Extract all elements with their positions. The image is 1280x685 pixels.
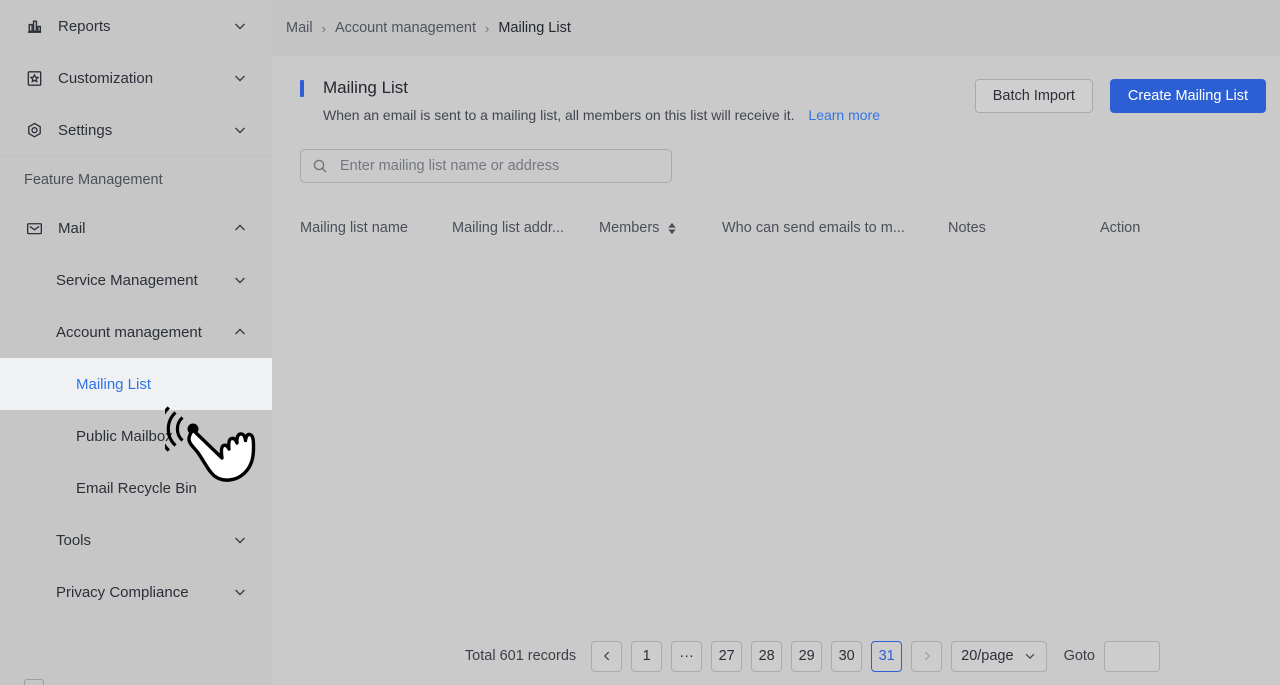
pagination: Total 601 records 1 ··· 27 28 29 30 31 2… <box>272 627 1280 685</box>
chevron-up-icon <box>232 324 248 340</box>
search-box[interactable] <box>300 149 672 183</box>
column-header-mailing-list-address[interactable]: Mailing list addr... <box>452 220 599 236</box>
breadcrumb-separator-icon: › <box>485 20 490 36</box>
page-size-label: 20/page <box>961 648 1014 664</box>
sidebar-item-privacy-compliance[interactable]: Privacy Compliance <box>0 566 272 618</box>
main-area: Mail › Account management › Mailing List… <box>272 0 1280 685</box>
batch-import-button[interactable]: Batch Import <box>974 79 1093 113</box>
column-label: Mailing list addr... <box>452 220 565 236</box>
pagination-page-1[interactable]: 1 <box>631 640 663 672</box>
title-accent-bar <box>300 79 304 97</box>
pagination-next-button[interactable] <box>911 640 943 672</box>
page-header-text: Mailing List When an email is sent to a … <box>300 78 975 123</box>
sidebar-item-label: Account management <box>56 323 202 341</box>
sidebar-item-label: Mailing List <box>76 375 152 393</box>
sidebar-item-reports[interactable]: Reports <box>0 0 272 52</box>
sidebar-item-service-management[interactable]: Service Management <box>0 254 272 306</box>
pagination-ellipsis[interactable]: ··· <box>671 640 703 672</box>
chevron-up-icon <box>232 220 248 236</box>
column-label: Notes <box>948 220 986 236</box>
chevron-down-icon <box>232 122 248 138</box>
chevron-down-icon <box>1023 649 1037 663</box>
sidebar-item-label: Tools <box>56 531 92 549</box>
sidebar-item-account-management[interactable]: Account management <box>0 306 272 358</box>
envelope-icon <box>24 218 44 238</box>
chevron-down-icon <box>232 532 248 548</box>
pagination-page-31-current[interactable]: 31 <box>871 640 903 672</box>
page-title-row: Mailing List <box>300 78 975 98</box>
pagination-page-28[interactable]: 28 <box>751 640 783 672</box>
table-body <box>272 243 1280 627</box>
page-subtitle-text: When an email is sent to a mailing list,… <box>323 107 795 123</box>
pagination-page-30[interactable]: 30 <box>831 640 863 672</box>
chevron-down-icon <box>232 584 248 600</box>
sidebar-item-label: Public Mailbox <box>76 427 173 445</box>
sidebar-item-email-recycle-bin[interactable]: Email Recycle Bin <box>0 462 272 514</box>
page-subtitle: When an email is sent to a mailing list,… <box>323 107 975 123</box>
breadcrumb: Mail › Account management › Mailing List <box>272 0 1280 56</box>
sidebar-item-label: Customization <box>58 69 154 87</box>
chevron-down-icon <box>232 70 248 86</box>
table-header-row: Mailing list name Mailing list addr... M… <box>272 213 1280 243</box>
sidebar-item-public-mailbox[interactable]: Public Mailbox <box>0 410 272 462</box>
chevron-left-icon <box>600 649 614 663</box>
sidebar-item-label: Privacy Compliance <box>56 583 189 601</box>
column-header-mailing-list-name[interactable]: Mailing list name <box>300 220 452 236</box>
pagination-page-27[interactable]: 27 <box>711 640 743 672</box>
bar-chart-icon <box>24 16 44 36</box>
goto-label: Goto <box>1063 648 1095 664</box>
learn-more-link[interactable]: Learn more <box>808 107 880 123</box>
sidebar-primary-group: Reports Customization Settings <box>0 0 272 156</box>
sidebar-section-label: Feature Management <box>0 156 272 202</box>
sidebar-item-settings[interactable]: Settings <box>0 104 272 156</box>
breadcrumb-item-mail[interactable]: Mail <box>286 20 313 36</box>
pagination-total-text: Total 601 records <box>464 648 577 664</box>
breadcrumb-item-mailing-list: Mailing List <box>498 20 571 36</box>
column-header-who-can-send[interactable]: Who can send emails to m... <box>722 220 948 236</box>
pagination-page-29[interactable]: 29 <box>791 640 823 672</box>
sidebar-item-label: Settings <box>58 121 113 139</box>
page-title: Mailing List <box>323 78 409 97</box>
chevron-down-icon <box>232 272 248 288</box>
column-header-notes[interactable]: Notes <box>948 220 1100 236</box>
search-input[interactable] <box>340 158 660 174</box>
page-header: Mailing List When an email is sent to a … <box>272 56 1280 123</box>
sidebar-item-mailing-list[interactable]: Mailing List <box>0 358 272 410</box>
sidebar: Reports Customization Settings Feature M… <box>0 0 272 685</box>
column-label: Members <box>599 220 660 236</box>
column-label: Action <box>1100 220 1141 236</box>
column-header-action: Action <box>1100 220 1220 236</box>
breadcrumb-separator-icon: › <box>321 20 326 36</box>
page-header-actions: Batch Import Create Mailing List <box>974 78 1266 113</box>
sidebar-item-label: Service Management <box>56 271 198 289</box>
sidebar-item-label: Mail <box>58 219 86 237</box>
sidebar-partial-item-icon <box>24 679 44 685</box>
gear-icon <box>24 120 44 140</box>
app-root: Reports Customization Settings Feature M… <box>0 0 1280 685</box>
sidebar-feature-group: Mail Service Management Account manageme… <box>0 202 272 618</box>
sidebar-item-label: Email Recycle Bin <box>76 479 197 497</box>
create-mailing-list-button[interactable]: Create Mailing List <box>1109 79 1266 113</box>
breadcrumb-item-account-management[interactable]: Account management <box>335 20 476 36</box>
pagination-prev-button[interactable] <box>591 640 623 672</box>
star-frame-icon <box>24 68 44 88</box>
search-icon <box>312 158 328 174</box>
column-header-members[interactable]: Members <box>599 220 722 236</box>
goto-input[interactable] <box>1104 640 1160 672</box>
search-area <box>272 123 1280 183</box>
chevron-down-icon <box>232 18 248 34</box>
sidebar-item-label: Reports <box>58 17 111 35</box>
sidebar-item-mail[interactable]: Mail <box>0 202 272 254</box>
sidebar-item-tools[interactable]: Tools <box>0 514 272 566</box>
sidebar-item-customization[interactable]: Customization <box>0 52 272 104</box>
column-label: Mailing list name <box>300 220 408 236</box>
column-label: Who can send emails to m... <box>722 220 905 236</box>
content-panel: Mailing List When an email is sent to a … <box>272 56 1280 685</box>
chevron-right-icon <box>920 649 934 663</box>
page-size-select[interactable]: 20/page <box>951 640 1047 672</box>
sort-toggle-icon[interactable] <box>667 221 677 236</box>
